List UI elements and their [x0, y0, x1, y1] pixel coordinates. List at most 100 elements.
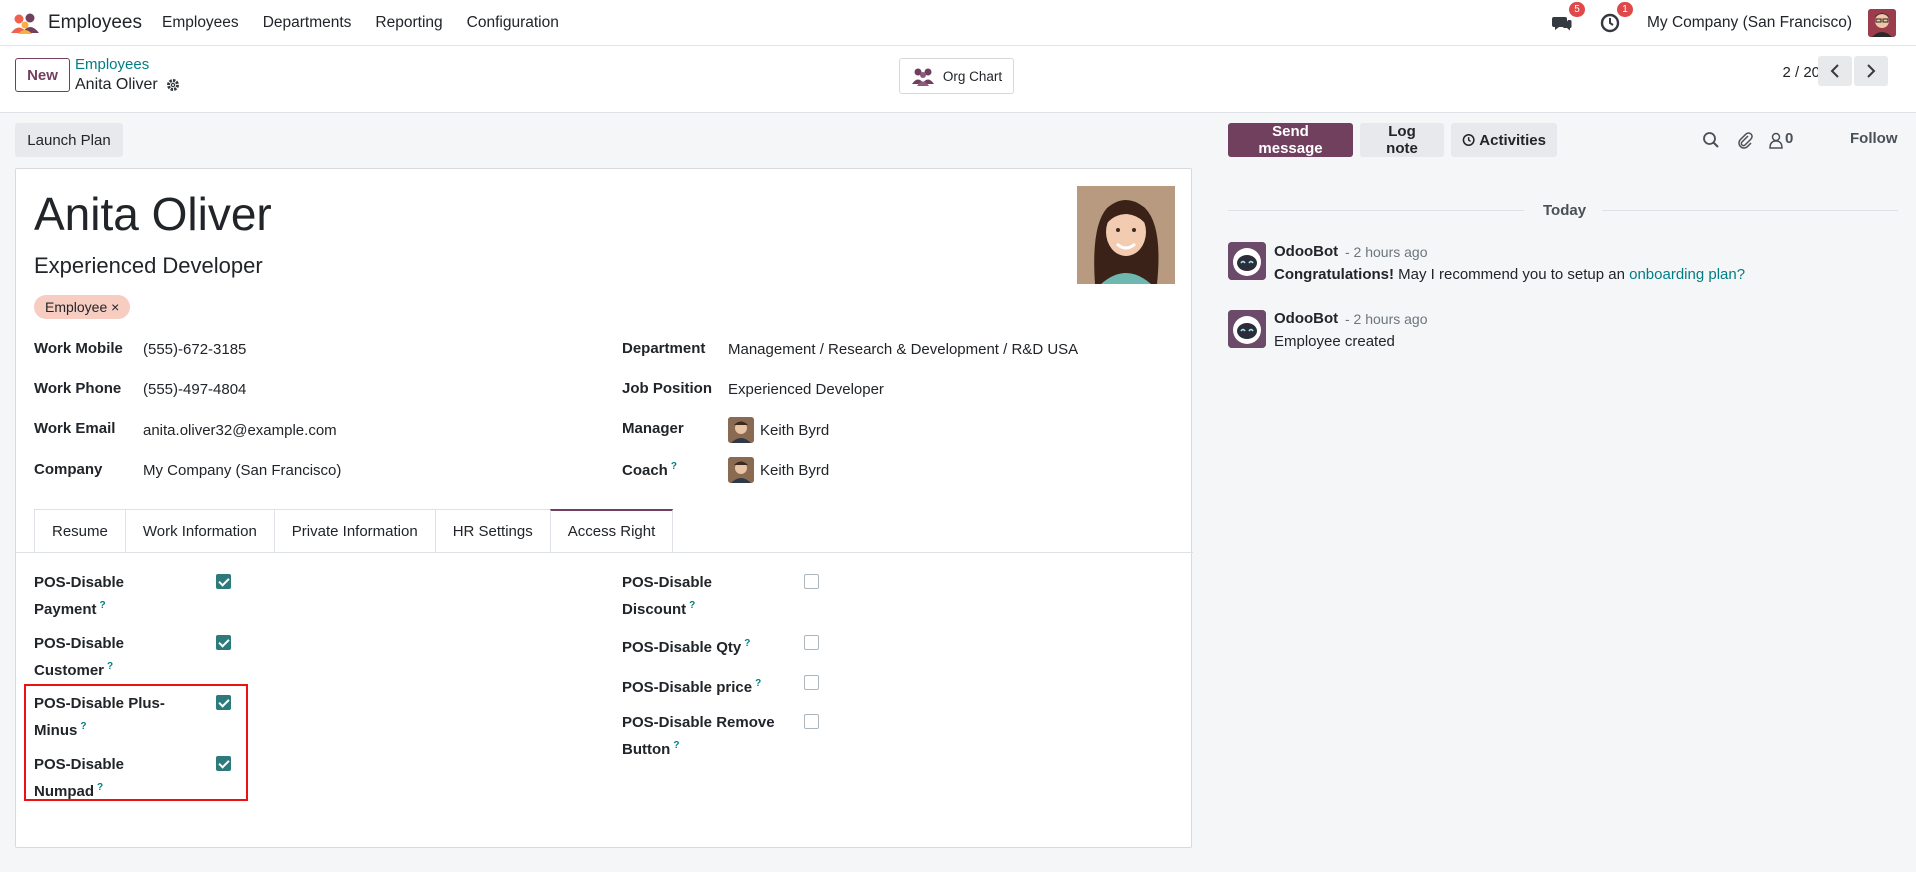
job-position-label: Job Position	[622, 380, 712, 397]
help-tooltip-icon[interactable]: ?	[100, 600, 106, 611]
label-line: Discount?	[622, 594, 712, 621]
pos-disable-customer-label: POS-Disable Customer?	[34, 632, 124, 682]
label-line: POS-Disable	[622, 574, 713, 591]
breadcrumb-employees[interactable]: Employees	[75, 56, 149, 73]
date-divider-left	[1228, 210, 1524, 211]
send-message-button[interactable]: Send message	[1228, 123, 1353, 157]
log-note-button[interactable]: Log note	[1360, 123, 1444, 157]
tab-hr-settings[interactable]: HR Settings	[434, 509, 551, 553]
org-chart-button[interactable]: Org Chart	[899, 58, 1014, 94]
search-icon[interactable]	[1702, 131, 1720, 149]
tag-remove-icon[interactable]: ×	[111, 299, 119, 315]
pos-disable-customer-checkbox[interactable]	[216, 635, 231, 650]
chevron-right-icon	[1867, 64, 1876, 78]
follow-button[interactable]: Follow	[1850, 130, 1898, 147]
work-phone-field[interactable]: (555)-497-4804	[143, 381, 246, 398]
tab-divider	[16, 552, 1193, 553]
clock-icon	[1462, 134, 1475, 146]
work-email-label: Work Email	[34, 420, 116, 437]
onboarding-plan-link[interactable]: onboarding plan?	[1629, 266, 1745, 283]
help-tooltip-icon[interactable]: ?	[107, 661, 113, 672]
label-line-text: Button	[622, 741, 671, 758]
tab-private-information[interactable]: Private Information	[273, 509, 436, 553]
coach-field[interactable]: Keith Byrd	[760, 462, 829, 479]
pos-disable-discount-checkbox[interactable]	[804, 574, 819, 589]
launch-plan-button[interactable]: Launch Plan	[15, 123, 123, 157]
odoobot-avatar[interactable]	[1228, 310, 1266, 348]
work-phone-label: Work Phone	[34, 380, 122, 397]
company-label: Company	[34, 461, 103, 478]
message-author[interactable]: OdooBot	[1274, 243, 1338, 260]
pager-previous-button[interactable]	[1818, 56, 1852, 86]
pos-disable-qty-checkbox[interactable]	[804, 635, 819, 650]
job-position-field[interactable]: Experienced Developer	[728, 381, 884, 398]
activities-button[interactable]: Activities	[1451, 123, 1557, 157]
menu-reporting[interactable]: Reporting	[375, 14, 442, 32]
label-line: POS-Disable	[34, 574, 125, 591]
gear-icon[interactable]	[166, 78, 180, 92]
menu-employees[interactable]: Employees	[162, 14, 239, 32]
label-line: POS-Disable	[34, 635, 125, 652]
tab-work-information[interactable]: Work Information	[124, 509, 275, 553]
department-field[interactable]: Management / Research & Development / R&…	[728, 341, 1078, 358]
company-field[interactable]: My Company (San Francisco)	[143, 462, 341, 479]
paperclip-icon[interactable]	[1736, 131, 1754, 149]
employee-tag[interactable]: Employee ×	[34, 295, 131, 319]
help-tooltip-icon[interactable]: ?	[671, 461, 677, 472]
user-avatar[interactable]	[1868, 9, 1896, 37]
activity-clock-icon[interactable]: 1	[1599, 2, 1633, 34]
activity-badge: 1	[1616, 2, 1633, 17]
followers-count[interactable]: 0	[1785, 130, 1793, 147]
message-text: May I recommend you to setup an	[1394, 266, 1630, 283]
org-chart-label: Org Chart	[942, 68, 1003, 84]
employee-name-field[interactable]: Anita Oliver	[34, 187, 272, 241]
tab-resume[interactable]: Resume	[34, 509, 126, 553]
pos-disable-discount-label: POS-Disable Discount?	[622, 571, 712, 621]
new-button[interactable]: New	[15, 58, 70, 92]
help-tooltip-icon[interactable]: ?	[673, 740, 679, 751]
tab-access-right[interactable]: Access Right	[549, 509, 674, 553]
job-title-field[interactable]: Experienced Developer	[34, 253, 263, 279]
label-line-text: Payment	[34, 601, 97, 618]
menu-configuration[interactable]: Configuration	[467, 14, 559, 32]
pos-disable-qty-label: POS-Disable Qty?	[622, 632, 750, 659]
pos-disable-payment-checkbox[interactable]	[216, 574, 231, 589]
message-time: - 2 hours ago	[1345, 311, 1428, 327]
highlight-box	[24, 684, 248, 801]
work-email-field[interactable]: anita.oliver32@example.com	[143, 422, 337, 439]
label-line-text: Customer	[34, 662, 105, 679]
employees-app-icon[interactable]	[10, 11, 40, 35]
help-tooltip-icon[interactable]: ?	[744, 638, 750, 649]
manager-field[interactable]: Keith Byrd	[760, 422, 829, 439]
pos-disable-remove-button-label: POS-Disable Remove Button?	[622, 711, 775, 761]
messages-icon[interactable]: 5	[1551, 2, 1585, 34]
help-tooltip-icon[interactable]: ?	[755, 678, 761, 689]
pager-next-button[interactable]	[1854, 56, 1888, 86]
label-line-text: Discount	[622, 601, 687, 618]
message-author[interactable]: OdooBot	[1274, 310, 1338, 327]
activities-label: Activities	[1479, 131, 1546, 149]
label-line-text: POS-Disable Qty	[622, 639, 742, 656]
pos-disable-price-checkbox[interactable]	[804, 675, 819, 690]
work-mobile-field[interactable]: (555)-672-3185	[143, 341, 246, 358]
department-label: Department	[622, 340, 706, 357]
label-line-text: POS-Disable price	[622, 679, 753, 696]
followers-user-icon[interactable]	[1767, 131, 1785, 149]
pos-disable-remove-button-checkbox[interactable]	[804, 714, 819, 729]
app-name[interactable]: Employees	[48, 12, 142, 34]
date-separator: Today	[1543, 202, 1587, 219]
company-switcher[interactable]: My Company (San Francisco)	[1647, 14, 1852, 32]
odoobot-avatar[interactable]	[1228, 242, 1266, 280]
users-icon	[911, 68, 934, 86]
employee-photo[interactable]	[1077, 186, 1175, 284]
label-line: POS-Disable Remove	[622, 714, 775, 731]
pager-value[interactable]: 2 / 20	[1782, 64, 1820, 81]
navbar-systray: 5 1 My Company (San Francisco)	[1551, 0, 1916, 46]
manager-avatar	[728, 417, 754, 443]
form-tabs: Resume Work Information Private Informat…	[34, 509, 674, 553]
menu-departments[interactable]: Departments	[263, 14, 352, 32]
help-tooltip-icon[interactable]: ?	[689, 600, 695, 611]
messages-badge: 5	[1568, 2, 1585, 17]
main-menu: Employees Departments Reporting Configur…	[162, 14, 583, 32]
label-line: Customer?	[34, 655, 124, 682]
